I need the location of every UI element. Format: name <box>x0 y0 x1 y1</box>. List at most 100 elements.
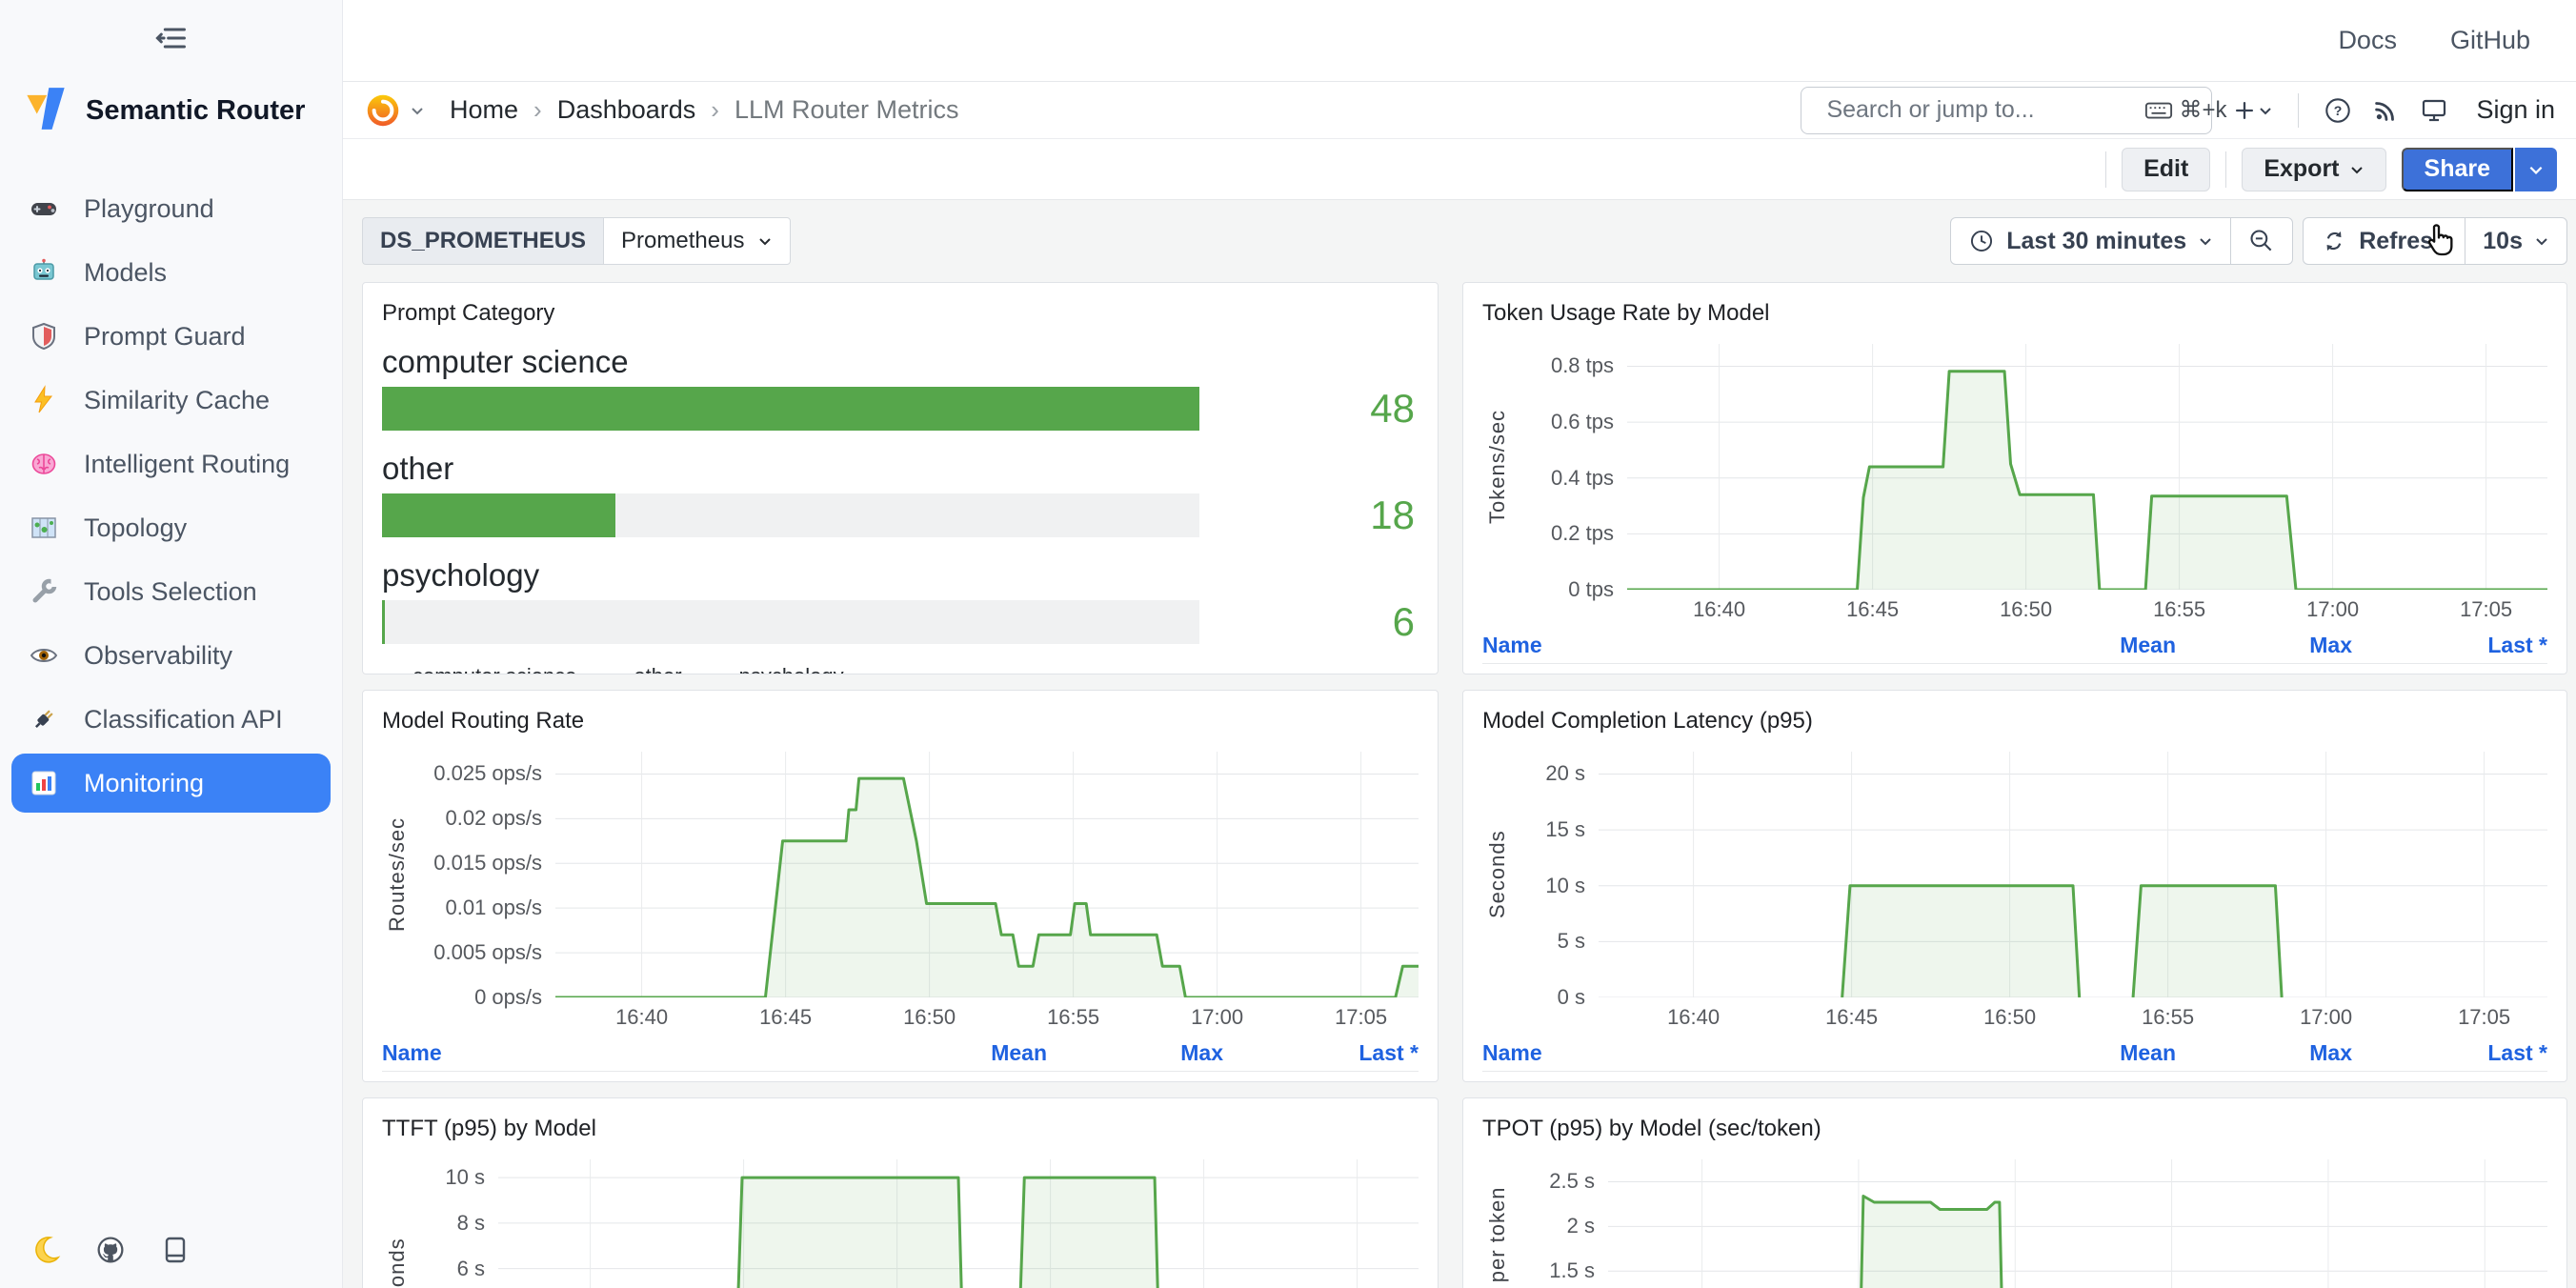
edit-button[interactable]: Edit <box>2122 148 2210 191</box>
y-tick-label: 5 s <box>1558 929 1585 954</box>
datasource-select[interactable]: Prometheus <box>603 217 791 265</box>
breadcrumb-separator: › <box>533 95 542 125</box>
series-name[interactable]: Completion Tokens qwen3-coder <box>1515 673 1834 674</box>
clock-icon <box>1968 228 1995 254</box>
plot-area[interactable] <box>1627 344 2547 590</box>
github-icon[interactable] <box>95 1235 126 1265</box>
legend-header-mean[interactable]: Mean <box>1957 1040 2176 1066</box>
legend-header-name[interactable]: Name <box>382 1040 828 1066</box>
y-tick-label: 0.02 ops/s <box>445 806 542 831</box>
series-name[interactable]: auto -> qwen3-coder <box>414 1080 616 1082</box>
refresh-interval-select[interactable]: 10s <box>2465 218 2566 264</box>
plot-area[interactable] <box>1608 1159 2547 1288</box>
search-box[interactable]: ⌘+k <box>1801 87 2212 134</box>
sidebar-item-playground[interactable]: Playground <box>11 179 331 238</box>
zoom-out-button[interactable] <box>2230 218 2292 264</box>
bar-gauge-row: computer science 48 <box>382 344 1419 432</box>
series-last: 10 s <box>2352 1080 2547 1082</box>
x-tick-label: 17:05 <box>2458 1005 2510 1030</box>
y-tick-label: 0.2 tps <box>1551 521 1614 546</box>
github-link[interactable]: GitHub <box>2450 26 2530 55</box>
export-button[interactable]: Export <box>2242 148 2385 191</box>
x-tick-label: 17:05 <box>2460 597 2512 622</box>
y-axis-title: Seconds per token <box>1482 1159 1513 1288</box>
y-tick-label: 6 s <box>457 1257 485 1281</box>
chevron-down-icon <box>757 233 773 249</box>
mouse-cursor <box>2420 219 2458 261</box>
series-name[interactable]: p95 qwen3-coder <box>1515 1080 1684 1082</box>
plot-area[interactable] <box>498 1159 1419 1288</box>
search-input[interactable] <box>1826 96 2133 124</box>
plug-icon <box>29 704 59 735</box>
sign-in-link[interactable]: Sign in <box>2476 95 2555 125</box>
y-tick-label: 2 s <box>1567 1214 1595 1238</box>
legend-row: Completion Tokens qwen3-coder 0.176 tps … <box>1482 664 2547 674</box>
map-icon <box>29 513 59 543</box>
panel-completion-latency: Model Completion Latency (p95) Seconds 0… <box>1462 690 2567 1082</box>
x-axis: 16:4016:4516:5016:5517:0017:05 <box>1627 590 2547 628</box>
brain-icon <box>29 449 59 479</box>
y-tick-label: 0.015 ops/s <box>433 851 542 875</box>
sidebar-item-tools-selection[interactable]: Tools Selection <box>11 562 331 621</box>
legend-header-max[interactable]: Max <box>1047 1040 1223 1066</box>
dashboard-canvas: DS_PROMETHEUS Prometheus Last 30 minutes <box>343 200 2576 1288</box>
collapse-sidebar-icon[interactable] <box>154 21 189 55</box>
sidebar-item-classification-api[interactable]: Classification API <box>11 690 331 749</box>
category-label: other <box>382 451 1419 487</box>
legend-header-last[interactable]: Last * <box>1223 1040 1419 1066</box>
search-shortcut: ⌘+k <box>2144 96 2226 125</box>
legend-header-last[interactable]: Last * <box>2352 633 2547 658</box>
x-tick-label: 16:55 <box>2153 597 2205 622</box>
y-axis: 0 ops/s0.005 ops/s0.01 ops/s0.015 ops/s0… <box>413 752 555 997</box>
plot-area[interactable] <box>1599 752 2547 997</box>
sidebar-item-label: Models <box>84 258 167 288</box>
panel-title: TTFT (p95) by Model <box>382 1116 1419 1142</box>
help-button[interactable]: ? <box>2324 96 2352 125</box>
brand[interactable]: Semantic Router <box>0 76 342 161</box>
share-button[interactable]: Share <box>2402 148 2513 191</box>
panel-title: TPOT (p95) by Model (sec/token) <box>1482 1116 2547 1142</box>
legend-header-last[interactable]: Last * <box>2352 1040 2547 1066</box>
add-button[interactable] <box>2231 97 2273 124</box>
y-tick-label: 20 s <box>1545 761 1585 786</box>
plot-area[interactable] <box>555 752 1419 997</box>
dark-mode-moon-icon[interactable] <box>30 1235 61 1265</box>
legend-header-mean[interactable]: Mean <box>1957 633 2176 658</box>
legend-item[interactable]: psychology <box>709 664 844 674</box>
legend-header-mean[interactable]: Mean <box>828 1040 1047 1066</box>
docs-book-icon[interactable] <box>160 1235 191 1265</box>
datasource-label: DS_PROMETHEUS <box>362 217 603 265</box>
sidebar-item-prompt-guard[interactable]: Prompt Guard <box>11 307 331 366</box>
sidebar-item-label: Similarity Cache <box>84 386 270 415</box>
chevron-down-icon <box>2258 103 2273 118</box>
legend-header-name[interactable]: Name <box>1482 633 1957 658</box>
legend-item[interactable]: other <box>603 664 681 674</box>
y-tick-label: 0.6 tps <box>1551 410 1614 434</box>
bar-fill <box>382 387 1199 431</box>
sidebar-item-monitoring[interactable]: Monitoring <box>11 754 331 813</box>
panel-tpot: TPOT (p95) by Model (sec/token) Seconds … <box>1462 1097 2567 1288</box>
docs-link[interactable]: Docs <box>2338 26 2397 55</box>
x-axis: 16:4016:4516:5016:5517:0017:05 <box>555 997 1419 1036</box>
sidebar-item-topology[interactable]: Topology <box>11 498 331 557</box>
breadcrumb-home[interactable]: Home <box>450 95 518 125</box>
time-range-picker[interactable]: Last 30 minutes <box>1951 218 2230 264</box>
grafana-logo-button[interactable] <box>364 91 425 130</box>
share-dropdown-button[interactable] <box>2515 148 2557 191</box>
sidebar-item-observability[interactable]: Observability <box>11 626 331 685</box>
legend-item[interactable]: computer science <box>382 664 576 674</box>
kiosk-mode-button[interactable] <box>2419 95 2449 126</box>
sidebar-item-similarity-cache[interactable]: Similarity Cache <box>11 371 331 430</box>
sidebar-footer <box>30 1235 191 1265</box>
legend-header-name[interactable]: Name <box>1482 1040 1957 1066</box>
legend-header-max[interactable]: Max <box>2176 633 2352 658</box>
sidebar-item-intelligent-routing[interactable]: Intelligent Routing <box>11 434 331 493</box>
panel-ttft: TTFT (p95) by Model Seconds 0 s2 s4 s6 s… <box>362 1097 1439 1288</box>
app-header: Docs GitHub <box>343 0 2576 82</box>
series-max: 0.782 tps <box>2176 673 2352 674</box>
news-rss-button[interactable] <box>2371 96 2400 125</box>
breadcrumb-dashboards[interactable]: Dashboards <box>557 95 696 125</box>
panel-title: Token Usage Rate by Model <box>1482 300 2547 327</box>
legend-header-max[interactable]: Max <box>2176 1040 2352 1066</box>
sidebar-item-models[interactable]: Models <box>11 243 331 302</box>
